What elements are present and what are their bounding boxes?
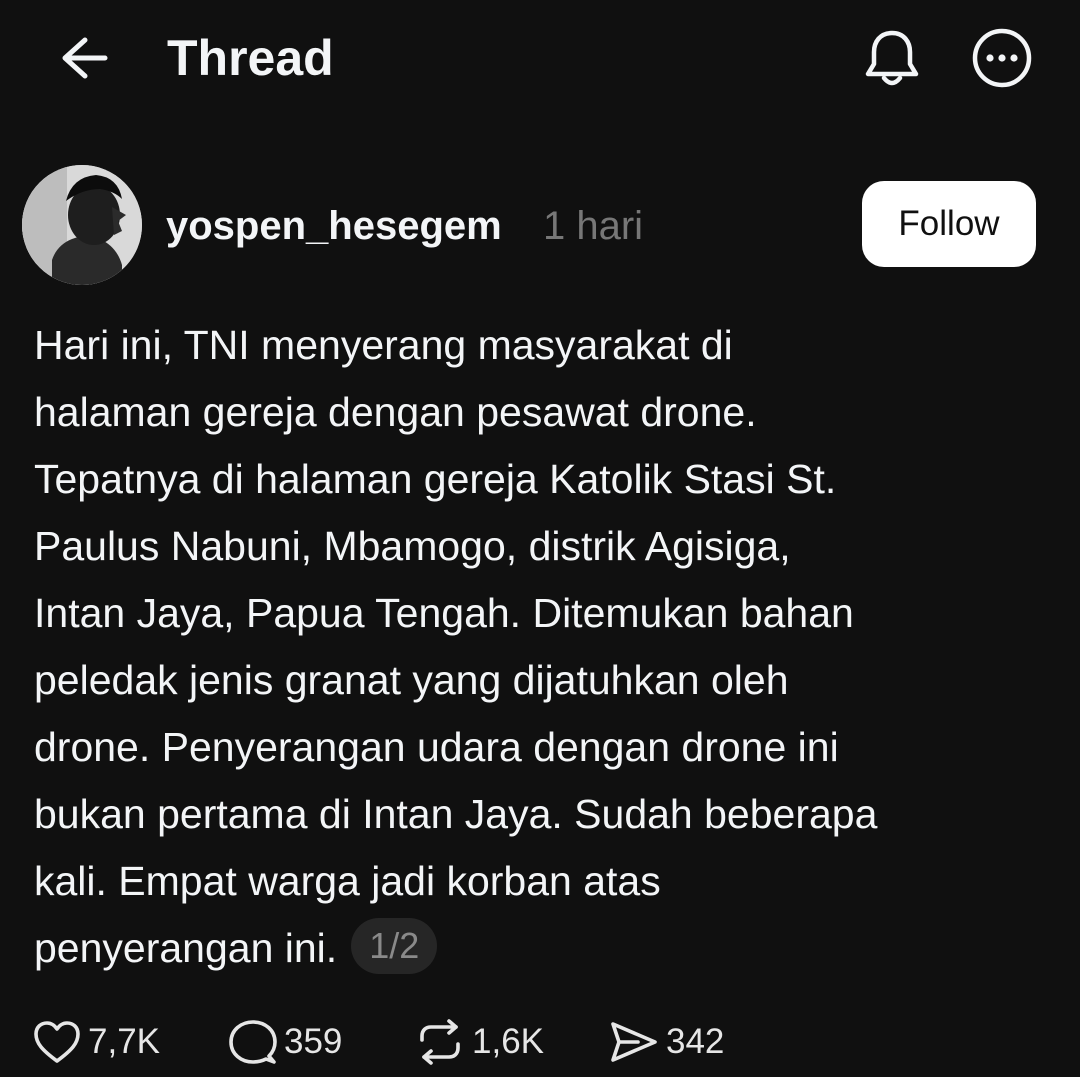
comment-bubble-icon [228, 1018, 278, 1066]
post-line: Intan Jaya, Papua Tengah. Ditemukan baha… [34, 590, 854, 636]
post-line: drone. Penyerangan udara dengan drone in… [34, 724, 839, 770]
more-options-button[interactable] [966, 24, 1038, 96]
avatar[interactable] [22, 165, 142, 285]
page-title: Thread [167, 30, 334, 86]
like-button[interactable]: 7,7K [32, 1012, 160, 1072]
repost-count: 1,6K [472, 1022, 544, 1061]
post-line: penyerangan ini. [34, 925, 338, 971]
reply-button[interactable]: 359 [228, 1012, 342, 1072]
post-line: halaman gereja dengan pesawat drone. [34, 389, 757, 435]
post-line: bukan pertama di Intan Jaya. Sudah beber… [34, 791, 878, 837]
repost-button[interactable]: 1,6K [414, 1012, 544, 1072]
bell-icon [863, 28, 921, 93]
post-line: Tepatnya di halaman gereja Katolik Stasi… [34, 456, 837, 502]
post-timestamp: 1 hari [543, 204, 644, 248]
post-line: kali. Empat warga jadi korban atas [34, 858, 661, 904]
share-button[interactable]: 342 [608, 1012, 724, 1072]
post-line: peledak jenis granat yang dijatuhkan ole… [34, 657, 789, 703]
thread-screen: Thread yospen_hesegem 1 hari Follow Hari… [0, 0, 1080, 1077]
post-line: Paulus Nabuni, Mbamogo, distrik Agisiga, [34, 523, 791, 569]
avatar-photo [22, 165, 142, 285]
like-count: 7,7K [88, 1022, 160, 1061]
notifications-button[interactable] [856, 24, 928, 96]
top-bar: Thread [0, 0, 1080, 120]
arrow-left-icon [59, 36, 109, 85]
reply-count: 359 [284, 1022, 343, 1061]
post-body: Hari ini, TNI menyerang masyarakat di ha… [34, 312, 1044, 982]
more-circle-icon [971, 27, 1033, 94]
post-line: Hari ini, TNI menyerang masyarakat di [34, 322, 733, 368]
follow-button[interactable]: Follow [862, 181, 1036, 267]
heart-icon [32, 1019, 82, 1065]
author-username[interactable]: yospen_hesegem [166, 200, 502, 252]
share-count: 342 [666, 1022, 725, 1061]
repost-icon [414, 1018, 466, 1066]
post-last-line: penyerangan ini. 1/2 [34, 915, 1044, 982]
thread-position-badge: 1/2 [351, 918, 438, 974]
send-icon [608, 1019, 660, 1065]
back-button[interactable] [52, 28, 116, 92]
